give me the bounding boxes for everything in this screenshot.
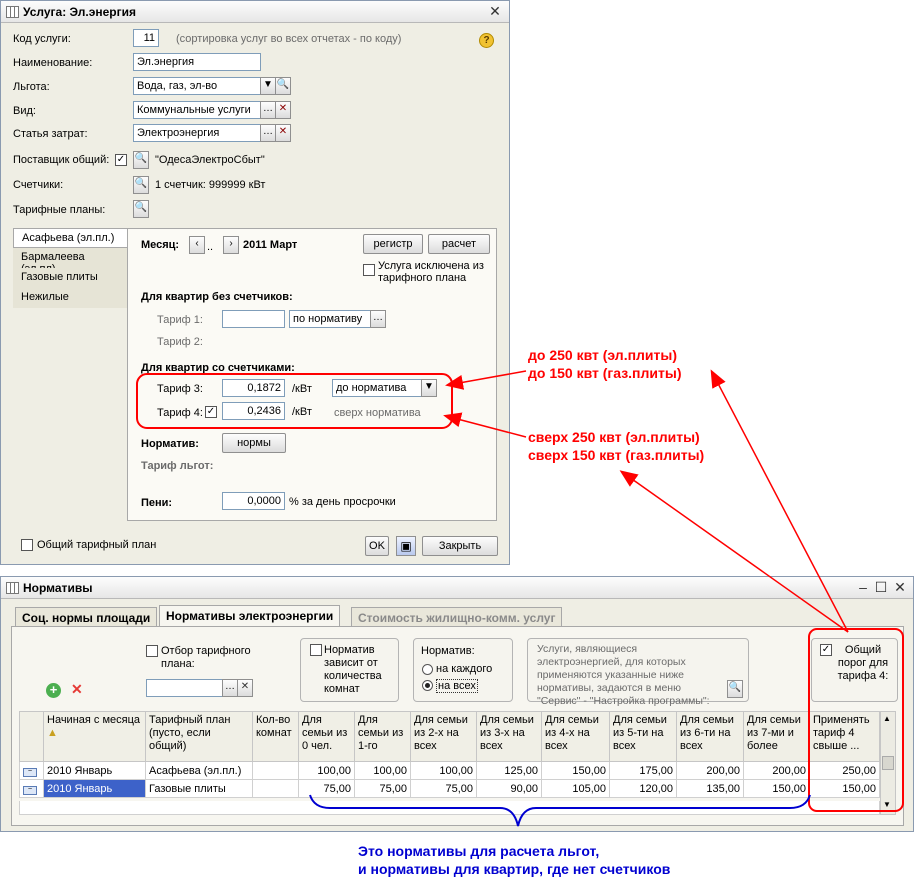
annotation-text: сверх 250 квт (эл.плиты) — [528, 429, 700, 445]
annotation-text: до 250 квт (эл.плиты) — [528, 347, 678, 363]
annotation-red-1: до 250 квт (эл.плиты) до 150 квт (газ.пл… — [528, 346, 681, 382]
threshold-highlight-frame — [808, 628, 904, 812]
annotation-text: и нормативы для квартир, где нет счетчик… — [358, 861, 671, 877]
tariff-highlight-frame — [136, 373, 453, 429]
arrow-to-label2 — [619, 470, 849, 633]
annotation-text: Это нормативы для расчета льгот, — [358, 843, 600, 859]
annotation-text: до 150 квт (газ.плиты) — [528, 365, 682, 381]
blue-brace — [309, 794, 811, 827]
annotation-text: сверх 150 квт (газ.плиты) — [528, 447, 705, 463]
arrow-to-label1 — [710, 369, 849, 633]
arrow-to-tariff3 — [445, 370, 527, 390]
annotation-blue: Это нормативы для расчета льгот, и норма… — [358, 842, 670, 878]
arrow-to-tariff4 — [443, 412, 527, 438]
annotation-red-2: сверх 250 квт (эл.плиты) сверх 150 квт (… — [528, 428, 704, 464]
annotation-overlay — [136, 369, 904, 827]
